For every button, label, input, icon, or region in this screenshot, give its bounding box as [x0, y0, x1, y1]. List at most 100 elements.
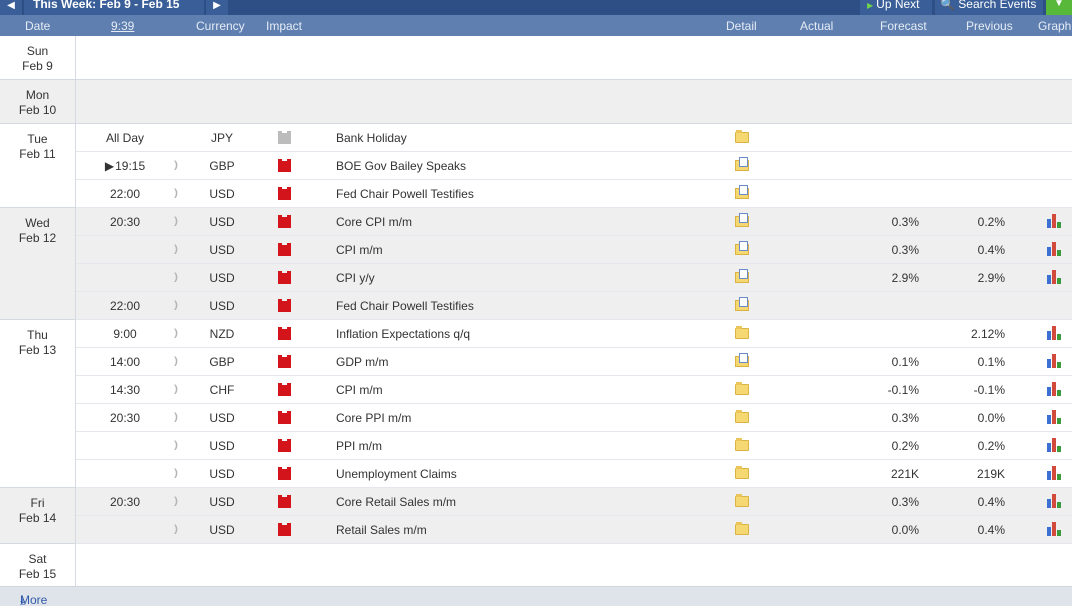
day-group: Wed Feb 12 20:30))) USD Core CPI m/m 0.3% 0.2%…	[0, 208, 1072, 320]
table-row[interactable]: ))) USD Retail Sales m/m 0.0% 0.4%	[76, 516, 1072, 544]
bar-chart-icon[interactable]	[1047, 242, 1063, 256]
bar-chart-icon[interactable]	[1047, 410, 1063, 424]
sound-alert-icon[interactable]: )))	[174, 440, 178, 451]
week-selector[interactable]: This Week: Feb 9 - Feb 15	[24, 0, 204, 15]
chevron-left-icon[interactable]: ◀	[0, 0, 22, 15]
bar-chart-icon[interactable]	[1047, 466, 1063, 480]
detail-folder-icon[interactable]	[735, 410, 749, 423]
detail-folder-icon[interactable]	[735, 241, 749, 255]
high-impact-icon	[278, 439, 291, 452]
bar-chart-icon-bar	[1057, 362, 1061, 368]
bar-chart-icon[interactable]	[1047, 354, 1063, 368]
bar-chart-icon[interactable]	[1047, 270, 1063, 284]
table-row[interactable]: 20:30))) USD Core Retail Sales m/m 0.3% 0.4%	[76, 488, 1072, 516]
bar-chart-icon[interactable]	[1047, 382, 1063, 396]
sound-alert-icon[interactable]: )))	[174, 468, 178, 479]
event-title[interactable]: PPI m/m	[336, 439, 382, 453]
detail-folder-icon[interactable]	[735, 326, 749, 339]
bar-chart-icon-bar	[1052, 494, 1056, 508]
high-impact-icon	[278, 327, 291, 340]
bar-chart-icon-bar	[1052, 410, 1056, 424]
bar-chart-icon[interactable]	[1047, 326, 1063, 340]
sound-alert-icon[interactable]: )))	[174, 300, 178, 311]
table-row[interactable]: ))) USD Unemployment Claims 221K 219K	[76, 460, 1072, 488]
detail-folder-icon[interactable]	[735, 494, 749, 507]
detail-folder-icon[interactable]	[735, 438, 749, 451]
sound-alert-icon[interactable]: )))	[174, 412, 178, 423]
event-title[interactable]: Core CPI m/m	[336, 215, 412, 229]
event-title[interactable]: CPI m/m	[336, 243, 383, 257]
day-group: Sun Feb 9	[0, 36, 1072, 80]
sound-alert-icon[interactable]: )))	[174, 384, 178, 395]
bar-chart-icon-bar	[1057, 502, 1061, 508]
event-title[interactable]: Retail Sales m/m	[336, 523, 427, 537]
up-next-button[interactable]: ▶ Up Next	[860, 0, 932, 15]
detail-folder-icon[interactable]	[735, 382, 749, 395]
event-title[interactable]: Bank Holiday	[336, 131, 407, 145]
sound-alert-icon[interactable]: )))	[174, 160, 178, 171]
sound-alert-icon[interactable]: )))	[174, 244, 178, 255]
event-currency: GBP	[209, 159, 235, 173]
table-row[interactable]: 22:00))) USD Fed Chair Powell Testifies	[76, 180, 1072, 208]
event-title[interactable]: CPI m/m	[336, 383, 383, 397]
bar-chart-icon[interactable]	[1047, 438, 1063, 452]
event-title[interactable]: Inflation Expectations q/q	[336, 327, 470, 341]
detail-folder-icon[interactable]	[735, 353, 749, 367]
sound-alert-icon[interactable]: )))	[174, 328, 178, 339]
event-title[interactable]: Core PPI m/m	[336, 411, 411, 425]
detail-folder-icon[interactable]	[735, 466, 749, 479]
bar-chart-icon[interactable]	[1047, 522, 1063, 536]
sound-alert-icon[interactable]: )))	[174, 356, 178, 367]
detail-folder-icon[interactable]	[735, 130, 749, 143]
table-row[interactable]: 22:00))) USD Fed Chair Powell Testifies	[76, 292, 1072, 320]
column-time[interactable]: 9:39	[111, 19, 134, 33]
event-time: 20:30	[109, 215, 141, 229]
table-row[interactable]: 20:30))) USD Core CPI m/m 0.3% 0.2%	[76, 208, 1072, 236]
bar-chart-icon[interactable]	[1047, 214, 1063, 228]
bar-chart-icon-bar	[1052, 354, 1056, 368]
detail-folder-icon[interactable]	[735, 522, 749, 535]
sound-alert-icon[interactable]: )))	[174, 524, 178, 535]
detail-folder-icon[interactable]	[735, 185, 749, 199]
detail-folder-icon[interactable]	[735, 269, 749, 283]
bar-chart-icon-bar	[1047, 219, 1051, 228]
event-currency: USD	[209, 299, 235, 313]
high-impact-icon	[278, 159, 291, 172]
event-title[interactable]: Unemployment Claims	[336, 467, 457, 481]
detail-folder-icon[interactable]	[735, 213, 749, 227]
play-icon: ▶	[867, 1, 874, 10]
chevron-right-icon[interactable]: ▶	[206, 0, 228, 15]
sound-alert-icon[interactable]: )))	[174, 496, 178, 507]
day-of-week: Fri	[30, 496, 45, 510]
sound-alert-icon[interactable]: )))	[174, 188, 178, 199]
detail-folder-icon[interactable]	[735, 157, 749, 171]
table-row[interactable]: ))) USD PPI m/m 0.2% 0.2%	[76, 432, 1072, 460]
sound-alert-icon[interactable]: )))	[174, 216, 178, 227]
column-currency: Currency	[196, 19, 245, 33]
bar-chart-icon-bar	[1052, 466, 1056, 480]
table-row[interactable]: 14:00))) GBP GDP m/m 0.1% 0.1%	[76, 348, 1072, 376]
table-row[interactable]: ))) USD CPI m/m 0.3% 0.4%	[76, 236, 1072, 264]
table-row[interactable]: ▶19:15))) GBP BOE Gov Bailey Speaks	[76, 152, 1072, 180]
column-actual: Actual	[800, 19, 834, 33]
table-row[interactable]: All Day JPY Bank Holiday	[76, 124, 1072, 152]
table-row[interactable]: 9:00))) NZD Inflation Expectations q/q 2.12…	[76, 320, 1072, 348]
event-title[interactable]: Fed Chair Powell Testifies	[336, 187, 474, 201]
event-previous: 0.2%	[977, 215, 1005, 229]
table-row[interactable]: ))) USD CPI y/y 2.9% 2.9%	[76, 264, 1072, 292]
table-row[interactable]: 20:30))) USD Core PPI m/m 0.3% 0.0%	[76, 404, 1072, 432]
bar-chart-icon-bar	[1052, 382, 1056, 396]
event-title[interactable]: Core Retail Sales m/m	[336, 495, 456, 509]
event-title[interactable]: BOE Gov Bailey Speaks	[336, 159, 466, 173]
bar-chart-icon[interactable]	[1047, 494, 1063, 508]
event-title[interactable]: Fed Chair Powell Testifies	[336, 299, 474, 313]
search-events-button[interactable]: 🔍 Search Events	[935, 0, 1043, 15]
sound-alert-icon[interactable]: )))	[174, 272, 178, 283]
event-title[interactable]: GDP m/m	[336, 355, 388, 369]
filter-icon[interactable]: ▼	[1046, 0, 1072, 15]
day-label: Fri Feb 14	[0, 488, 76, 544]
event-title[interactable]: CPI y/y	[336, 271, 375, 285]
detail-folder-icon[interactable]	[735, 297, 749, 311]
event-currency: USD	[209, 467, 235, 481]
table-row[interactable]: 14:30))) CHF CPI m/m -0.1% -0.1%	[76, 376, 1072, 404]
